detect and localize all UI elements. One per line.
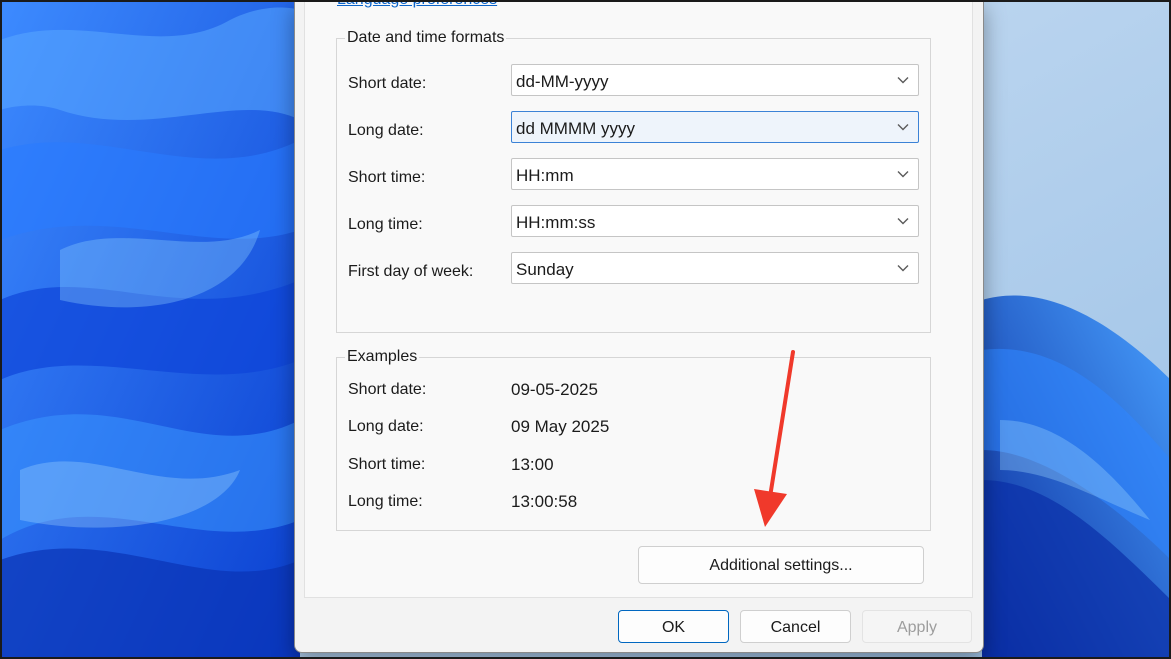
- examples-group: Examples Short date: 09-05-2025 Long dat…: [336, 348, 931, 531]
- example-short-date-value: 09-05-2025: [511, 380, 598, 399]
- example-long-date-label: Long date:: [348, 418, 424, 435]
- long-date-label: Long date:: [348, 122, 424, 139]
- dropdown-value: HH:mm:ss: [516, 213, 596, 232]
- short-time-label: Short time:: [348, 169, 426, 186]
- example-long-time-value: 13:00:58: [511, 492, 578, 511]
- short-time-dropdown[interactable]: HH:mm: [511, 158, 919, 190]
- example-long-time-label: Long time:: [348, 493, 423, 510]
- chevron-down-icon: [897, 218, 909, 225]
- formats-tab-panel: Language preferences Date and time forma…: [304, 0, 973, 598]
- chevron-down-icon: [897, 124, 909, 131]
- apply-button[interactable]: Apply: [862, 610, 972, 643]
- example-short-time-label: Short time:: [348, 456, 426, 473]
- example-short-date-label: Short date:: [348, 381, 427, 398]
- dropdown-value: Sunday: [516, 260, 574, 279]
- dropdown-value: dd MMMM yyyy: [516, 119, 635, 138]
- short-date-dropdown[interactable]: dd-MM-yyyy: [511, 64, 919, 96]
- example-short-time-value: 13:00: [511, 455, 554, 474]
- short-date-label: Short date:: [348, 75, 427, 92]
- chevron-down-icon: [897, 265, 909, 272]
- region-format-dialog: Language preferences Date and time forma…: [294, 0, 984, 653]
- date-time-formats-group: Date and time formats Short date: dd-MM-…: [336, 29, 931, 333]
- first-day-of-week-label: First day of week:: [348, 263, 474, 280]
- group-title: Date and time formats: [345, 29, 507, 47]
- first-day-of-week-dropdown[interactable]: Sunday: [511, 252, 919, 284]
- chevron-down-icon: [897, 77, 909, 84]
- example-long-date-value: 09 May 2025: [511, 417, 610, 436]
- long-time-label: Long time:: [348, 216, 423, 233]
- group-title: Examples: [345, 348, 420, 366]
- long-time-dropdown[interactable]: HH:mm:ss: [511, 205, 919, 237]
- dropdown-value: HH:mm: [516, 166, 574, 185]
- cancel-button[interactable]: Cancel: [740, 610, 851, 643]
- chevron-down-icon: [897, 171, 909, 178]
- dropdown-value: dd-MM-yyyy: [516, 72, 609, 91]
- ok-button[interactable]: OK: [618, 610, 729, 643]
- additional-settings-button[interactable]: Additional settings...: [638, 546, 924, 584]
- long-date-dropdown[interactable]: dd MMMM yyyy: [511, 111, 919, 143]
- language-preferences-link[interactable]: Language preferences: [337, 0, 497, 9]
